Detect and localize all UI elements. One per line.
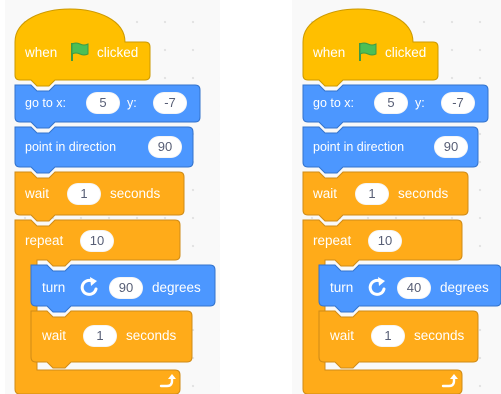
direction-input[interactable]: 90 [148,136,182,158]
direction-input[interactable]: 90 [434,136,468,158]
rotate-right-icon [80,277,98,296]
loop-arrow-icon [441,374,458,388]
y-label: y: [415,96,425,110]
inner-wait-label: wait [42,328,67,343]
wait-seconds-input[interactable]: 1 [355,183,389,205]
go-to-x-label: go to x: [25,96,66,110]
repeat-count-input[interactable]: 10 [80,230,114,252]
clicked-label: clicked [97,45,139,60]
degrees-label: degrees [152,280,201,295]
inner-wait-label: wait [330,328,355,343]
rotate-right-icon [368,277,386,296]
inner-wait-seconds-input[interactable]: 1 [83,325,117,347]
turn-label: turn [42,280,66,295]
point-in-direction-label: point in direction [313,140,405,154]
loop-arrow-icon [159,374,176,388]
inner-seconds-label: seconds [414,328,465,343]
seconds-label: seconds [110,186,161,201]
x-input[interactable]: 5 [86,92,120,114]
y-input[interactable]: -7 [153,92,187,114]
green-flag-icon [71,42,89,61]
when-label: when [25,45,58,60]
green-flag-icon [359,42,377,61]
seconds-label: seconds [398,186,449,201]
repeat-count-input[interactable]: 10 [368,230,402,252]
wait-label: wait [313,186,338,201]
turn-degrees-input[interactable]: 40 [397,277,431,299]
x-input[interactable]: 5 [374,92,408,114]
inner-wait-seconds-input[interactable]: 1 [371,325,405,347]
wait-label: wait [25,186,50,201]
turn-label: turn [330,280,354,295]
y-label: y: [127,96,137,110]
inner-seconds-label: seconds [126,328,177,343]
turn-degrees-input[interactable]: 90 [109,277,143,299]
go-to-x-label: go to x: [313,96,354,110]
repeat-label: repeat [25,233,64,248]
repeat-label: repeat [313,233,352,248]
clicked-label: clicked [385,45,427,60]
y-input[interactable]: -7 [441,92,475,114]
point-in-direction-label: point in direction [25,140,117,154]
wait-seconds-input[interactable]: 1 [67,183,101,205]
degrees-label: degrees [440,280,489,295]
when-label: when [313,45,346,60]
